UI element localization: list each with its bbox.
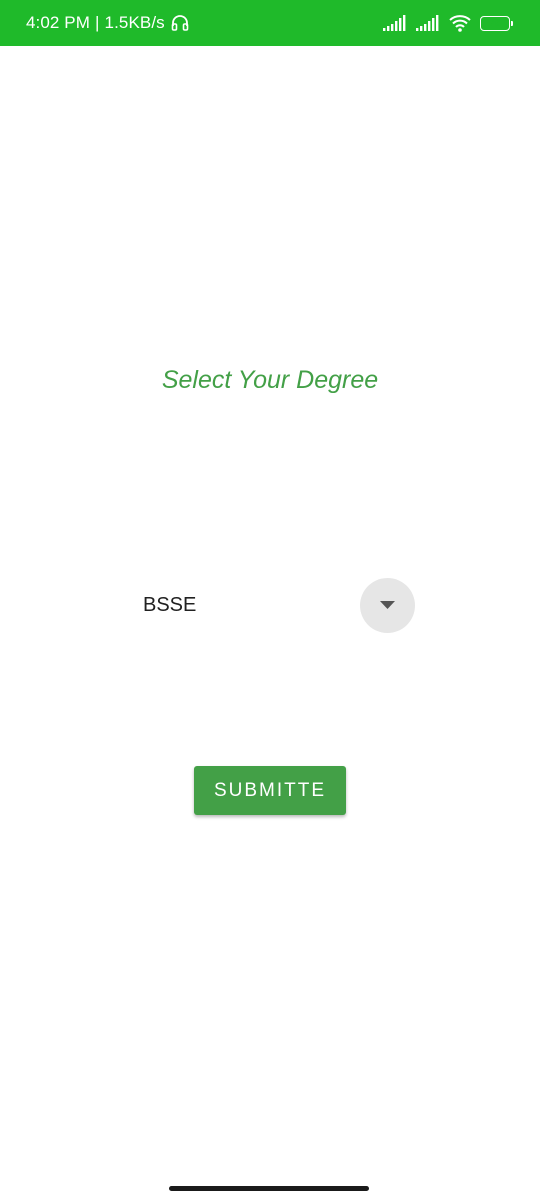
submit-button[interactable]: SUBMITTE <box>194 766 346 815</box>
status-time: 4:02 PM <box>26 13 91 32</box>
status-bar: 4:02 PM | 1.5KB/s 76 <box>0 0 540 46</box>
degree-selected-value: BSSE <box>143 594 197 616</box>
headset-icon <box>171 14 189 32</box>
status-separator: | <box>95 13 100 32</box>
status-left-group: 4:02 PM | 1.5KB/s <box>26 0 189 46</box>
network-speed: 1.5KB/s <box>104 13 165 32</box>
app-screen: 4:02 PM | 1.5KB/s 76 Select Your Degree … <box>0 0 540 1200</box>
home-indicator[interactable] <box>169 1186 369 1191</box>
battery-icon: 76 <box>480 15 513 31</box>
page-title: Select Your Degree <box>161 366 379 394</box>
battery-level: 76 <box>489 17 501 29</box>
signal-icon <box>383 15 409 31</box>
status-right-group: 76 <box>383 0 513 46</box>
dropdown-arrow-icon[interactable] <box>360 578 415 633</box>
wifi-icon <box>449 14 471 32</box>
signal-icon <box>416 15 442 31</box>
degree-spinner[interactable]: BSSE <box>143 578 415 633</box>
